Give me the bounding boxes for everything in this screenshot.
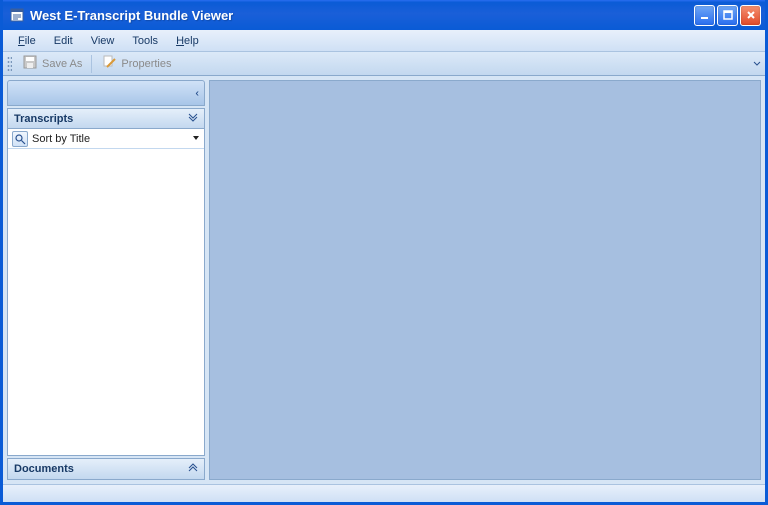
menu-file[interactable]: File (9, 33, 45, 49)
save-icon (22, 54, 38, 73)
window-title: West E-Transcript Bundle Viewer (30, 8, 694, 23)
transcripts-header[interactable]: Transcripts (8, 109, 204, 129)
toolbar-overflow-button[interactable] (751, 54, 763, 74)
toolbar-separator (91, 55, 92, 73)
body-area: ‹‹ Transcripts Sort by Title (3, 76, 765, 484)
sort-label: Sort by Title (32, 133, 192, 145)
transcripts-panel: Transcripts Sort by Title (7, 108, 205, 456)
statusbar (3, 484, 765, 502)
properties-button[interactable]: Properties (95, 52, 177, 75)
titlebar[interactable]: West E-Transcript Bundle Viewer (3, 0, 765, 30)
app-window: West E-Transcript Bundle Viewer File Edi… (0, 0, 768, 505)
documents-header[interactable]: Documents (8, 459, 204, 479)
menu-edit[interactable]: Edit (45, 33, 82, 49)
sort-dropdown[interactable]: Sort by Title (8, 129, 204, 149)
search-icon (12, 131, 28, 147)
maximize-button[interactable] (717, 5, 738, 26)
transcripts-list (8, 149, 204, 455)
main-content-area (209, 80, 761, 480)
toolbar-grip[interactable] (7, 56, 12, 72)
sidebar-collapse-header[interactable]: ‹‹ (7, 80, 205, 106)
app-icon (9, 7, 25, 23)
chevron-up-icon (188, 463, 198, 476)
properties-icon (101, 54, 117, 73)
menubar: File Edit View Tools Help (3, 30, 765, 52)
close-button[interactable] (740, 5, 761, 26)
save-as-label: Save As (42, 58, 82, 70)
documents-label: Documents (14, 463, 74, 475)
menu-help[interactable]: Help (167, 33, 208, 49)
sidebar: ‹‹ Transcripts Sort by Title (7, 80, 205, 480)
menu-tools[interactable]: Tools (123, 33, 167, 49)
menu-view[interactable]: View (82, 33, 124, 49)
window-controls (694, 5, 761, 26)
minimize-button[interactable] (694, 5, 715, 26)
transcripts-label: Transcripts (14, 113, 73, 125)
chevron-left-icon: ‹‹ (195, 88, 196, 99)
save-as-button[interactable]: Save As (16, 52, 88, 75)
chevron-down-icon (188, 112, 198, 125)
documents-panel: Documents (7, 458, 205, 480)
caret-down-icon (192, 133, 200, 145)
toolbar: Save As Properties (3, 52, 765, 76)
properties-label: Properties (121, 58, 171, 70)
